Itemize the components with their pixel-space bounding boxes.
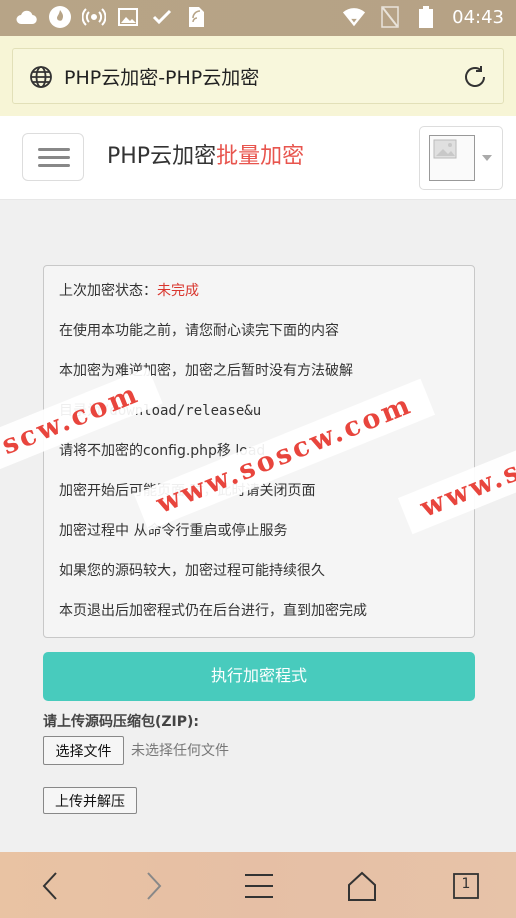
clock: 04:43 [452,6,504,28]
status-value: 未完成 [157,283,199,299]
page-title: PHP云加密-PHP云加密 [64,67,260,89]
chevron-down-icon [482,155,492,161]
battery-icon [414,5,438,29]
notice-line: 本加密为难逆加密，加密之后暂时没有方法破解 [59,363,353,379]
menu-icon[interactable] [243,870,275,902]
forward-icon[interactable] [138,870,170,902]
upload-label: 请上传源码压缩包(ZIP): [43,714,200,730]
choose-file-button[interactable]: 选择文件 [43,736,124,765]
wifi-icon [342,5,366,29]
flame-app-icon [48,5,72,29]
sim-icon [184,5,208,29]
site-header: PHP云加密批量加密 [0,116,516,200]
globe-icon [29,65,53,93]
file-status: 未选择任何文件 [131,743,229,759]
notice-line: 本页退出后加密程式仍在后台进行，直到加密完成 [59,603,367,619]
browser-toolbar: PHP云加密-PHP云加密 [0,36,516,116]
run-encrypt-button[interactable]: 执行加密程式 [43,652,475,701]
home-icon[interactable] [346,870,378,902]
browser-nav-bar: 1 [0,852,516,918]
status-label: 上次加密状态： [59,283,157,299]
tabs-button[interactable]: 1 [450,870,482,902]
hotspot-icon [82,5,106,29]
status-bar: 04:43 [0,0,516,36]
check-icon [150,5,174,29]
menu-button[interactable] [22,133,84,181]
site-brand[interactable]: PHP云加密批量加密 [107,138,304,170]
tab-count: 1 [461,876,471,892]
status-line: 上次加密状态：未完成 [59,280,199,300]
address-bar[interactable]: PHP云加密-PHP云加密 [12,48,504,104]
notice-line: 如果您的源码较大，加密过程可能持续很久 [59,563,325,579]
brand-text: PHP云加密 [107,144,217,169]
notice-line: 在使用本功能之前，请您耐心读完下面的内容 [59,323,339,339]
back-icon[interactable] [34,870,66,902]
no-signal-icon [378,5,402,29]
image-icon [116,5,140,29]
upload-extract-button[interactable]: 上传并解压 [43,787,137,814]
brand-highlight: 批量加密 [216,144,305,169]
cloud-icon [14,5,38,29]
notice-line: 加密过程中 从命令行重启或停止服务 [59,523,288,539]
user-avatar-dropdown[interactable] [419,126,503,190]
avatar-placeholder-icon [429,135,475,181]
reload-icon[interactable] [461,63,489,95]
